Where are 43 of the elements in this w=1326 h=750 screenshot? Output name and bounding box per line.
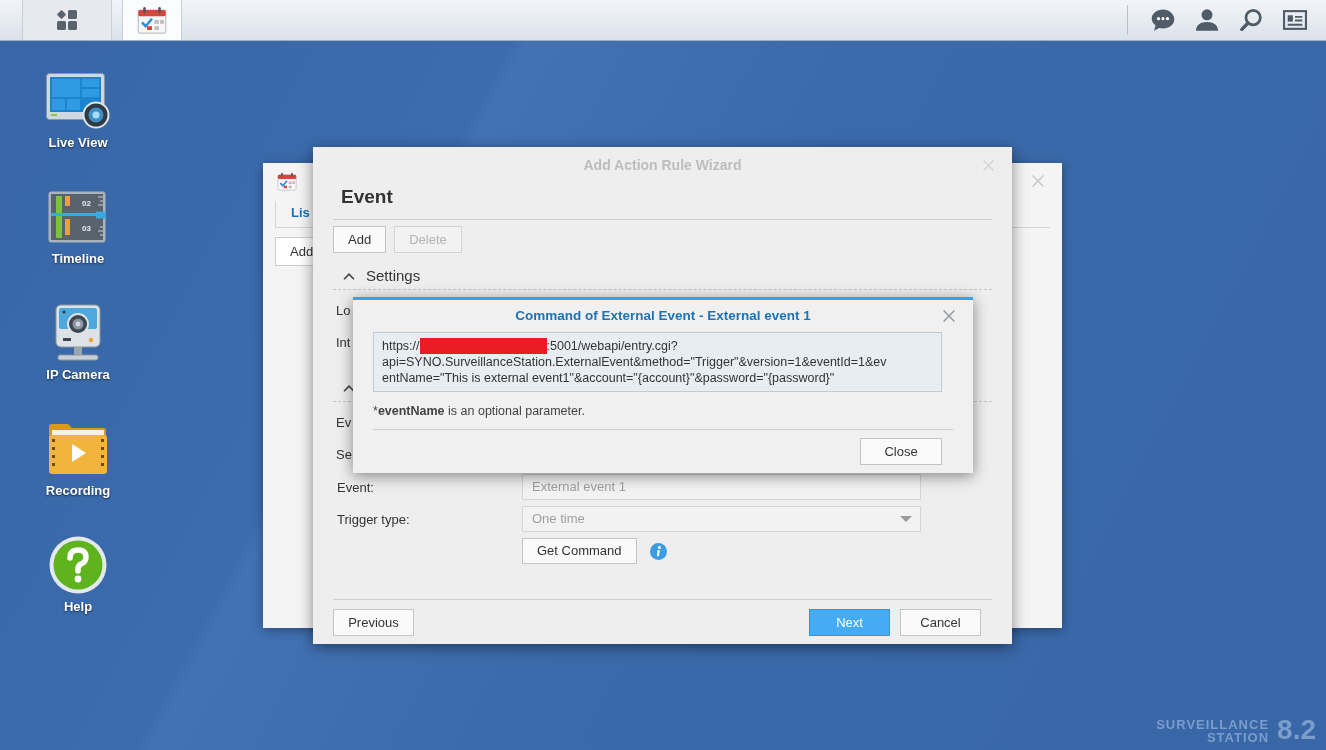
close-button[interactable]: Close <box>860 438 942 465</box>
timeline-panel-icon: 02 03 <box>48 191 108 243</box>
footer-button[interactable]: Previous <box>333 609 414 636</box>
wallpaper-logo-text: STATION <box>1206 731 1270 744</box>
desktop-shortcut[interactable]: 02 03 Timeline <box>28 188 128 266</box>
tab[interactable]: Lis <box>276 199 310 227</box>
page-heading: Event <box>341 184 393 209</box>
monitor-lens-icon <box>46 73 110 129</box>
taskbar-app-button[interactable] <box>122 0 182 40</box>
info-icon[interactable] <box>649 542 667 560</box>
toolbar-button[interactable]: Add <box>333 226 387 253</box>
wallpaper-logo-text: SURVEILLANCE <box>1156 718 1270 731</box>
desktop-shortcut[interactable]: Recording <box>28 420 128 498</box>
field-label: Event: <box>337 480 374 495</box>
dropdown-caret-icon <box>900 516 912 522</box>
desktop-shortcut[interactable]: Help <box>28 536 128 614</box>
desktop-shortcut[interactable]: IP Camera <box>28 304 128 382</box>
help-icon <box>49 536 107 594</box>
footer-button[interactable]: Cancel <box>900 609 981 636</box>
toolbar-button[interactable]: Add <box>275 237 313 266</box>
field-label: Ev <box>336 414 352 433</box>
field-label: Se <box>336 446 352 465</box>
command-field[interactable]: https:// :5001/webapi/entry.cgi? api=SYNO.SurveillanceStation.ExternalEvent&method="Trigger"&version=1&eventId=1&ev entName="This is external event1"&account="{account}"&password="{password}" <box>373 332 942 392</box>
search-icon[interactable] <box>1240 9 1262 31</box>
folder-play-icon <box>48 423 108 475</box>
field-label: Lo <box>336 302 351 321</box>
field-label: Trigger type: <box>337 512 410 527</box>
section-title: Settings <box>366 266 421 287</box>
main-menu-button[interactable] <box>22 0 112 40</box>
dialog-title: Command of External Event - External event 1 <box>515 306 811 325</box>
user-icon[interactable] <box>1196 9 1218 31</box>
id-card-icon[interactable] <box>1283 10 1307 30</box>
webcam-icon <box>55 304 101 362</box>
chevron-up-icon[interactable] <box>343 273 355 280</box>
desktop-shortcut[interactable]: Live View <box>28 72 128 150</box>
chat-bubble-icon[interactable] <box>1151 9 1175 31</box>
wallpaper-logo-version: 8.2 <box>1277 716 1316 744</box>
calendar-check-icon <box>277 171 297 191</box>
note-text: *eventName is an optional parameter. <box>373 402 585 420</box>
field-label: Int <box>336 334 351 353</box>
calendar-check-icon <box>137 6 167 34</box>
grid-icon <box>56 9 78 31</box>
get-command-button[interactable]: Get Command <box>522 538 637 564</box>
